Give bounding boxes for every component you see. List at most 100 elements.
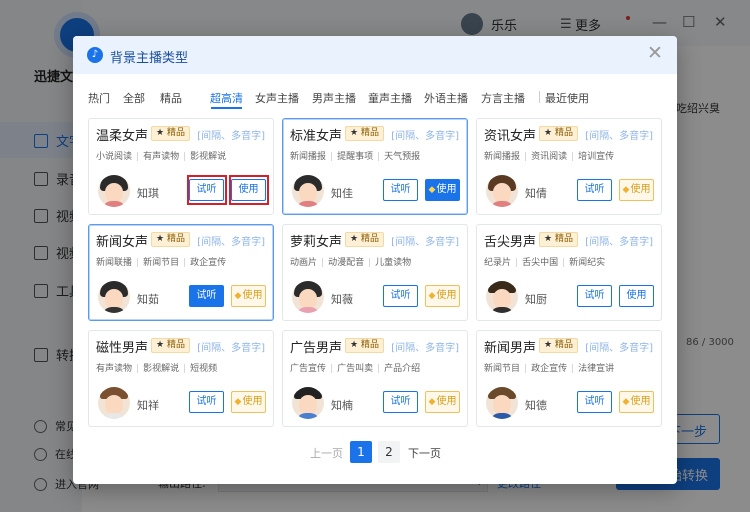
tab-recent[interactable]: 最近使用	[545, 90, 589, 106]
voice-feature-note: [间隔、多音字]	[197, 343, 265, 354]
tab-premium[interactable]: 精品	[160, 90, 182, 106]
tab-foreign-voice[interactable]: 外语主播	[424, 90, 468, 106]
tab-ultra-hd[interactable]: 超高清	[210, 90, 243, 106]
badge-label: 精品	[360, 234, 379, 244]
voice-anchor-name: 知楠	[331, 399, 353, 412]
avatar	[292, 281, 324, 313]
close-icon[interactable]: ✕	[647, 42, 663, 64]
voice-tags: 动画片 | 动漫配音 | 儿童读物	[290, 258, 412, 268]
voice-feature-note: [间隔、多音字]	[391, 343, 459, 354]
badge-label: 精品	[166, 340, 185, 350]
voice-card[interactable]: 磁性男声 ★ 精品 [间隔、多音字] 有声读物 | 影视解说 | 短视频 知祥 试听 ◆…	[88, 330, 274, 427]
avatar	[98, 175, 130, 207]
use-label: 使用	[436, 184, 457, 195]
voice-card[interactable]: 广告男声 ★ 精品 [间隔、多音字] 广告宣传 | 广告叫卖 | 产品介绍 知楠 试听 …	[282, 330, 468, 427]
voice-tag: 广告叫卖	[337, 364, 374, 374]
use-button[interactable]: ◆使用	[425, 179, 460, 201]
vip-diamond-icon: ◆	[428, 291, 436, 301]
voice-name: 温柔女声	[96, 129, 149, 144]
voice-tag: 政企宣传	[531, 364, 568, 374]
use-button[interactable]: 使用	[619, 285, 654, 307]
use-button[interactable]: ◆使用	[425, 285, 460, 307]
voice-tag: 儿童读物	[375, 258, 412, 268]
avatar	[486, 175, 518, 207]
voice-tags: 新闻节目 | 政企宣传 | 法律宣讲	[484, 364, 615, 374]
badge-label: 精品	[166, 234, 185, 244]
star-icon: ★	[350, 234, 359, 244]
use-button[interactable]: ◆使用	[619, 391, 654, 413]
premium-badge: ★ 精品	[345, 338, 384, 353]
voice-feature-note: [间隔、多音字]	[197, 131, 265, 142]
voice-card[interactable]: 温柔女声 ★ 精品 [间隔、多音字] 小说阅读 | 有声读物 | 影视解说 知琪 试听 …	[88, 118, 274, 215]
voice-tag: 广告宣传	[290, 364, 327, 374]
dialog-title: 背景主播类型	[110, 51, 189, 66]
try-listen-button[interactable]: 试听	[189, 285, 224, 307]
voice-tag: 短视频	[190, 364, 218, 374]
voice-anchor-name: 知薇	[331, 293, 353, 306]
use-label: 使用	[630, 184, 651, 195]
voice-card[interactable]: 标准女声 ★ 精品 [间隔、多音字] 新闻播报 | 提醒事项 | 天气预报 知佳 试听 …	[282, 118, 468, 215]
tab-child-voice[interactable]: 童声主播	[368, 90, 412, 106]
star-icon: ★	[544, 128, 553, 138]
try-listen-button[interactable]: 试听	[577, 285, 612, 307]
voice-tags: 新闻播报 | 资讯阅读 | 培训宣传	[484, 152, 615, 162]
vip-diamond-icon: ◆	[622, 185, 630, 195]
use-button[interactable]: ◆使用	[425, 391, 460, 413]
voice-tag: 影视解说	[143, 364, 180, 374]
prev-page-button[interactable]: 上一页	[310, 445, 343, 461]
try-listen-button[interactable]: 试听	[189, 391, 224, 413]
badge-label: 精品	[166, 128, 185, 138]
premium-badge: ★ 精品	[151, 232, 190, 247]
voice-card[interactable]: 新闻女声 ★ 精品 [间隔、多音字] 新闻联播 | 新闻节目 | 政企宣传 知茹 试听 …	[88, 224, 274, 321]
badge-label: 精品	[554, 234, 573, 244]
try-listen-button[interactable]: 试听	[383, 391, 418, 413]
tab-dialect-voice[interactable]: 方言主播	[481, 90, 525, 106]
use-button[interactable]: ◆使用	[231, 285, 266, 307]
try-listen-button[interactable]: 试听	[383, 179, 418, 201]
vip-diamond-icon: ◆	[234, 397, 242, 407]
premium-badge: ★ 精品	[151, 126, 190, 141]
tab-hot[interactable]: 热门	[88, 90, 110, 106]
premium-badge: ★ 精品	[539, 126, 578, 141]
voice-tags: 纪录片 | 舌尖中国 | 新闻纪实	[484, 258, 606, 268]
voice-card[interactable]: 资讯女声 ★ 精品 [间隔、多音字] 新闻播报 | 资讯阅读 | 培训宣传 知倩 试听 …	[476, 118, 662, 215]
voice-tag: 天气预报	[384, 152, 421, 162]
page-button[interactable]: 2	[378, 441, 400, 463]
voice-tag: 有声读物	[143, 152, 180, 162]
voice-name: 标准女声	[290, 129, 343, 144]
use-button[interactable]: ◆使用	[619, 179, 654, 201]
try-listen-button[interactable]: 试听	[577, 391, 612, 413]
voice-card[interactable]: 萝莉女声 ★ 精品 [间隔、多音字] 动画片 | 动漫配音 | 儿童读物 知薇 试听 ◆…	[282, 224, 468, 321]
voice-card[interactable]: 舌尖男声 ★ 精品 [间隔、多音字] 纪录片 | 舌尖中国 | 新闻纪实 知厨 试听 使…	[476, 224, 662, 321]
voice-tag: 纪录片	[484, 258, 512, 268]
try-listen-button[interactable]: 试听	[577, 179, 612, 201]
tab-all[interactable]: 全部	[123, 90, 145, 106]
vip-diamond-icon: ◆	[622, 397, 630, 407]
vip-diamond-icon: ◆	[234, 291, 242, 301]
next-page-button[interactable]: 下一页	[408, 445, 441, 461]
badge-label: 精品	[360, 340, 379, 350]
voice-tag: 动画片	[290, 258, 318, 268]
vip-diamond-icon: ◆	[428, 185, 436, 195]
voice-tags: 小说阅读 | 有声读物 | 影视解说	[96, 152, 227, 162]
voice-anchor-name: 知祥	[137, 399, 159, 412]
try-listen-button[interactable]: 试听	[383, 285, 418, 307]
voice-tag: 新闻节目	[484, 364, 521, 374]
star-icon: ★	[156, 340, 165, 350]
voice-tag: 新闻联播	[96, 258, 133, 268]
voice-feature-note: [间隔、多音字]	[585, 343, 653, 354]
voice-anchor-name: 知厨	[525, 293, 547, 306]
tab-female-voice[interactable]: 女声主播	[255, 90, 299, 106]
voice-feature-note: [间隔、多音字]	[391, 237, 459, 248]
voice-type-dialog: ♪ 背景主播类型 ✕ 热门 全部 精品 超高清 女声主播 男声主播 童声主播 外…	[73, 36, 677, 484]
page-button-current[interactable]: 1	[350, 441, 372, 463]
voice-name: 新闻女声	[96, 235, 149, 250]
music-note-icon: ♪	[87, 47, 103, 63]
tab-male-voice[interactable]: 男声主播	[312, 90, 356, 106]
use-label: 使用	[436, 396, 457, 407]
voice-name: 舌尖男声	[484, 235, 537, 250]
voice-card[interactable]: 新闻男声 ★ 精品 [间隔、多音字] 新闻节目 | 政企宣传 | 法律宣讲 知德 试听 …	[476, 330, 662, 427]
star-icon: ★	[156, 128, 165, 138]
use-button[interactable]: ◆使用	[231, 391, 266, 413]
voice-tag: 新闻播报	[484, 152, 521, 162]
